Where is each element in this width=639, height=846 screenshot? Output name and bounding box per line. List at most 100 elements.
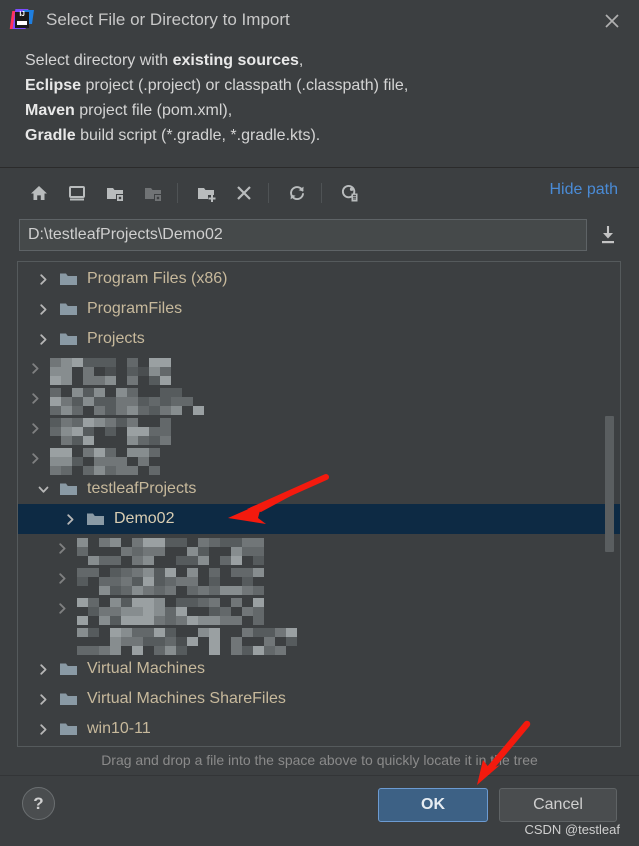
chevron-right-icon[interactable] (35, 271, 52, 288)
redaction-pixel (83, 367, 94, 376)
redaction-pixel (116, 418, 127, 427)
redaction-pixel (138, 448, 149, 457)
redaction-pixel (209, 598, 220, 607)
chevron-right-icon[interactable] (27, 390, 44, 407)
redaction-pixel (94, 388, 105, 397)
redaction-pixel (198, 628, 209, 637)
tree-row-label: Demo02 (114, 510, 175, 527)
close-icon[interactable] (597, 6, 627, 36)
redaction-pixel (149, 427, 160, 436)
redaction-pixel (132, 607, 143, 616)
tree-row[interactable]: Program Files (x86) (18, 264, 620, 294)
tree-row[interactable]: ProgramFiles (18, 294, 620, 324)
tree-row-redacted[interactable] (18, 624, 620, 655)
description-line-3: Maven project file (pom.xml), (25, 98, 615, 123)
redaction-pixel (105, 457, 116, 466)
redaction-pixel (50, 418, 61, 427)
tree-row-redacted[interactable] (18, 384, 620, 415)
tree-row[interactable]: testleafProjects (18, 474, 620, 504)
tree-row-redacted[interactable] (18, 354, 620, 385)
tree-scrollbar-thumb[interactable] (605, 416, 614, 552)
tree-row-redacted[interactable] (18, 564, 620, 595)
refresh-icon[interactable] (280, 176, 314, 210)
chevron-down-icon[interactable] (35, 481, 52, 498)
tree-row-selected[interactable]: Demo02 (18, 504, 620, 534)
desktop-icon[interactable] (60, 176, 94, 210)
redaction-pixel (72, 358, 83, 367)
redaction-pixel (143, 598, 154, 607)
tree-row-redacted[interactable] (18, 444, 620, 475)
import-file-dialog: IJ Select File or Directory to Import Se… (0, 0, 639, 846)
redaction-pixel (149, 367, 160, 376)
redaction-pixel (198, 547, 209, 556)
redaction-pixel (132, 598, 143, 607)
chevron-right-icon[interactable] (35, 721, 52, 738)
redaction-pixel (61, 448, 72, 457)
redaction-pixel (220, 607, 231, 616)
chevron-right-icon[interactable] (27, 450, 44, 467)
new-folder-icon[interactable] (189, 176, 223, 210)
directory-tree-panel[interactable]: Program Files (x86) ProgramFiles Projects t… (17, 261, 621, 747)
tree-row-redacted[interactable] (18, 414, 620, 445)
redaction-pixel (264, 628, 275, 637)
divider (0, 167, 639, 168)
delete-icon[interactable] (227, 176, 261, 210)
chevron-right-icon[interactable] (54, 570, 71, 587)
redaction-pixel (88, 607, 99, 616)
tree-row[interactable]: Virtual Machines ShareFiles (18, 684, 620, 714)
redaction-pixel (61, 367, 72, 376)
redaction-pixel (160, 397, 171, 406)
tree-row-redacted[interactable] (18, 594, 620, 625)
chevron-right-icon[interactable] (27, 420, 44, 437)
home-icon[interactable] (22, 176, 56, 210)
window-title: Select File or Directory to Import (46, 10, 290, 29)
redaction-pixel (110, 538, 121, 547)
chevron-right-icon[interactable] (54, 600, 71, 617)
hide-path-link[interactable]: Hide path (550, 181, 619, 199)
chevron-right-icon[interactable] (54, 540, 71, 557)
redaction-pixel (72, 457, 83, 466)
tree-row-redacted[interactable] (18, 534, 620, 565)
redaction-pixel (198, 598, 209, 607)
chevron-right-icon[interactable] (35, 691, 52, 708)
redaction-pixel (242, 577, 253, 586)
project-folder-icon[interactable] (98, 176, 132, 210)
drag-drop-hint: Drag and drop a file into the space abov… (101, 752, 538, 768)
redaction-pixel (187, 547, 198, 556)
redaction-pixel (127, 427, 138, 436)
redaction-pixel (165, 568, 176, 577)
redaction-pixel (121, 568, 132, 577)
load-path-icon[interactable] (596, 222, 620, 248)
module-folder-icon[interactable] (136, 176, 170, 210)
cancel-button[interactable]: Cancel (499, 788, 617, 822)
redaction-pixel (143, 607, 154, 616)
redaction-pixel (149, 358, 160, 367)
path-input[interactable]: D:\testleafProjects\Demo02 (19, 219, 587, 251)
redaction-pixel (83, 418, 94, 427)
redaction-pixel (50, 448, 61, 457)
redaction-pixel (61, 457, 72, 466)
tree-scrollbar-track[interactable] (605, 264, 617, 746)
redaction-pixel (110, 637, 121, 646)
chevron-right-icon[interactable] (35, 661, 52, 678)
redaction-pixel (50, 367, 61, 376)
desc-l3-rest: project file (pom.xml), (74, 102, 233, 119)
redaction-pixel (165, 538, 176, 547)
redaction-pixel (105, 367, 116, 376)
tree-row[interactable]: Virtual Machines (18, 654, 620, 684)
folder-icon (59, 661, 78, 677)
help-button[interactable]: ? (22, 787, 55, 820)
redaction-pixel (77, 577, 88, 586)
chevron-right-icon[interactable] (62, 511, 79, 528)
redaction-pixel (154, 577, 165, 586)
ok-button[interactable]: OK (378, 788, 488, 822)
show-hidden-files-icon[interactable] (333, 176, 367, 210)
chevron-right-icon[interactable] (35, 301, 52, 318)
redaction-pixel (209, 607, 220, 616)
tree-row[interactable]: win10-11 (18, 714, 620, 744)
redaction-pixel (94, 457, 105, 466)
title-bar: IJ Select File or Directory to Import (0, 0, 639, 40)
chevron-right-icon[interactable] (27, 360, 44, 377)
tree-row[interactable]: Projects (18, 324, 620, 354)
chevron-right-icon[interactable] (35, 331, 52, 348)
